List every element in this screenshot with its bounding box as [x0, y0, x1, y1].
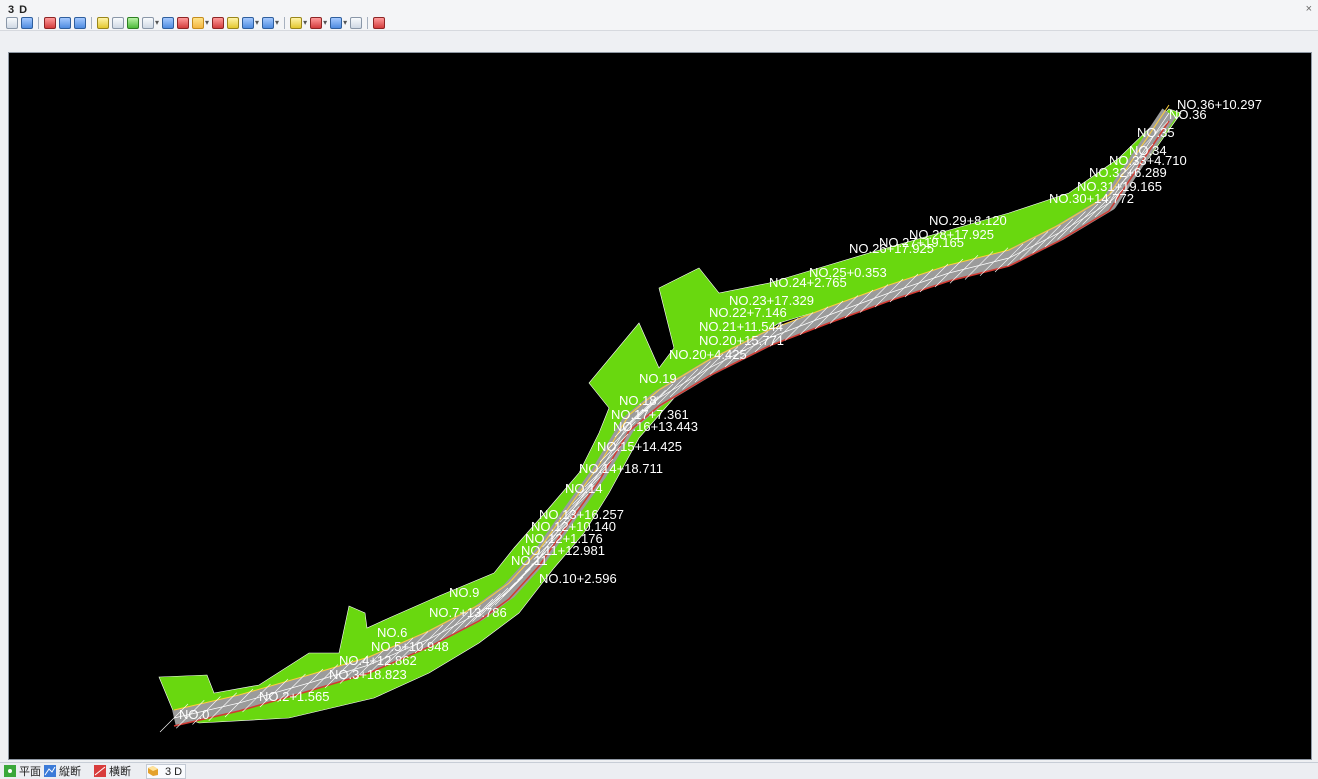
- station-label: NO.20+15.771: [699, 333, 784, 348]
- cube-icon[interactable]: [242, 16, 255, 29]
- station-label: NO.26+17.925: [849, 241, 934, 256]
- export-icon[interactable]: [373, 16, 386, 29]
- chevron-down-icon[interactable]: ▾: [155, 18, 159, 27]
- rotate-icon[interactable]: [262, 16, 275, 29]
- station-label: NO.14: [565, 481, 603, 496]
- tab-3d[interactable]: 3 D: [146, 764, 187, 779]
- line-style-icon[interactable]: [127, 16, 139, 29]
- toolbar-separator: [284, 16, 286, 29]
- view-tabbar: 平面 縦断 横断 3 D: [0, 762, 1318, 779]
- chevron-down-icon[interactable]: ▾: [275, 18, 279, 27]
- station-label: NO.18: [619, 393, 657, 408]
- close-icon[interactable]: ×: [1306, 3, 1312, 15]
- station-label: NO.36: [1169, 107, 1207, 122]
- station-label: NO.24+2.765: [769, 275, 847, 290]
- station-label: NO.0: [179, 707, 209, 722]
- layers-icon[interactable]: [44, 16, 56, 29]
- window-titlebar: 3 D × ▾ ▾ ▾ ▾ ▾ ▾ ▾: [0, 0, 1318, 31]
- highlight-icon[interactable]: [192, 16, 205, 29]
- tool-icon[interactable]: [112, 16, 124, 29]
- grid-icon[interactable]: [59, 16, 71, 29]
- terrain-icon[interactable]: [212, 16, 225, 29]
- station-label: NO.3+18.823: [329, 667, 407, 682]
- chevron-down-icon[interactable]: ▾: [303, 18, 307, 27]
- chevron-down-icon[interactable]: ▾: [205, 18, 209, 27]
- toolbar-separator: [367, 16, 369, 29]
- station-label: NO.11: [511, 553, 548, 568]
- tab-label: 3 D: [165, 765, 183, 778]
- chevron-down-icon[interactable]: ▾: [343, 18, 347, 27]
- station-label: NO.35: [1137, 125, 1175, 140]
- 3d-icon: [148, 766, 162, 778]
- toolbar-separator: [38, 16, 39, 29]
- clip-icon[interactable]: [330, 16, 343, 29]
- tab-section[interactable]: 横断: [94, 765, 131, 778]
- measure-icon[interactable]: [290, 16, 303, 29]
- station-label: NO.21+11.544: [699, 319, 783, 334]
- tab-label: 横断: [109, 766, 131, 778]
- station-label: NO.19: [639, 371, 677, 386]
- 3d-viewport[interactable]: NO.36+10.297 NO.36 NO.35 NO.34 NO.33+4.710 NO…: [8, 52, 1312, 760]
- station-label: NO.29+8.120: [929, 213, 1007, 228]
- link-icon[interactable]: [350, 16, 363, 29]
- station-label: NO.9: [449, 585, 479, 600]
- station-label: NO.15+14.425: [597, 439, 682, 454]
- station-label: NO.2+1.565: [259, 689, 329, 704]
- save-icon[interactable]: [6, 16, 18, 29]
- section-icon: [94, 765, 106, 777]
- color-icon[interactable]: [310, 16, 323, 29]
- station-label: NO.20+4.425: [669, 347, 747, 362]
- station-label: NO.4+12.862: [339, 653, 417, 668]
- search-icon[interactable]: [21, 16, 33, 29]
- station-label: NO.14+18.711: [579, 461, 663, 476]
- station-label: NO.32+6.289: [1089, 165, 1167, 180]
- station-label: NO.10+2.596: [539, 571, 617, 586]
- tab-label: 平面: [19, 766, 41, 778]
- view-icon[interactable]: [74, 16, 86, 29]
- tab-label: 縦断: [59, 766, 81, 778]
- light-icon[interactable]: [97, 16, 109, 29]
- plan-icon: [4, 765, 16, 777]
- station-label: NO.30+14.772: [1049, 191, 1134, 206]
- tab-profile[interactable]: 縦断: [44, 765, 81, 778]
- surface-icon[interactable]: [227, 16, 240, 29]
- toolbar: ▾ ▾ ▾ ▾ ▾ ▾ ▾: [6, 15, 386, 30]
- station-label: NO.7+13.786: [429, 605, 507, 620]
- toolbar-separator: [91, 16, 92, 29]
- road-3d-render: NO.36+10.297NO.36NO.35NO.34NO.33+4.710NO…: [158, 97, 1262, 733]
- station-label: NO.6: [377, 625, 407, 640]
- station-label: NO.16+13.443: [613, 419, 698, 434]
- tab-plan[interactable]: 平面: [4, 765, 41, 778]
- line-width-icon[interactable]: [142, 16, 154, 29]
- station-label: NO.22+7.146: [709, 305, 787, 320]
- frame-icon[interactable]: [177, 16, 190, 29]
- chevron-down-icon[interactable]: ▾: [323, 18, 327, 27]
- profile-icon: [44, 765, 56, 777]
- station-label: NO.5+10.948: [371, 639, 449, 654]
- chevron-down-icon[interactable]: ▾: [255, 18, 259, 27]
- box-icon[interactable]: [162, 16, 175, 29]
